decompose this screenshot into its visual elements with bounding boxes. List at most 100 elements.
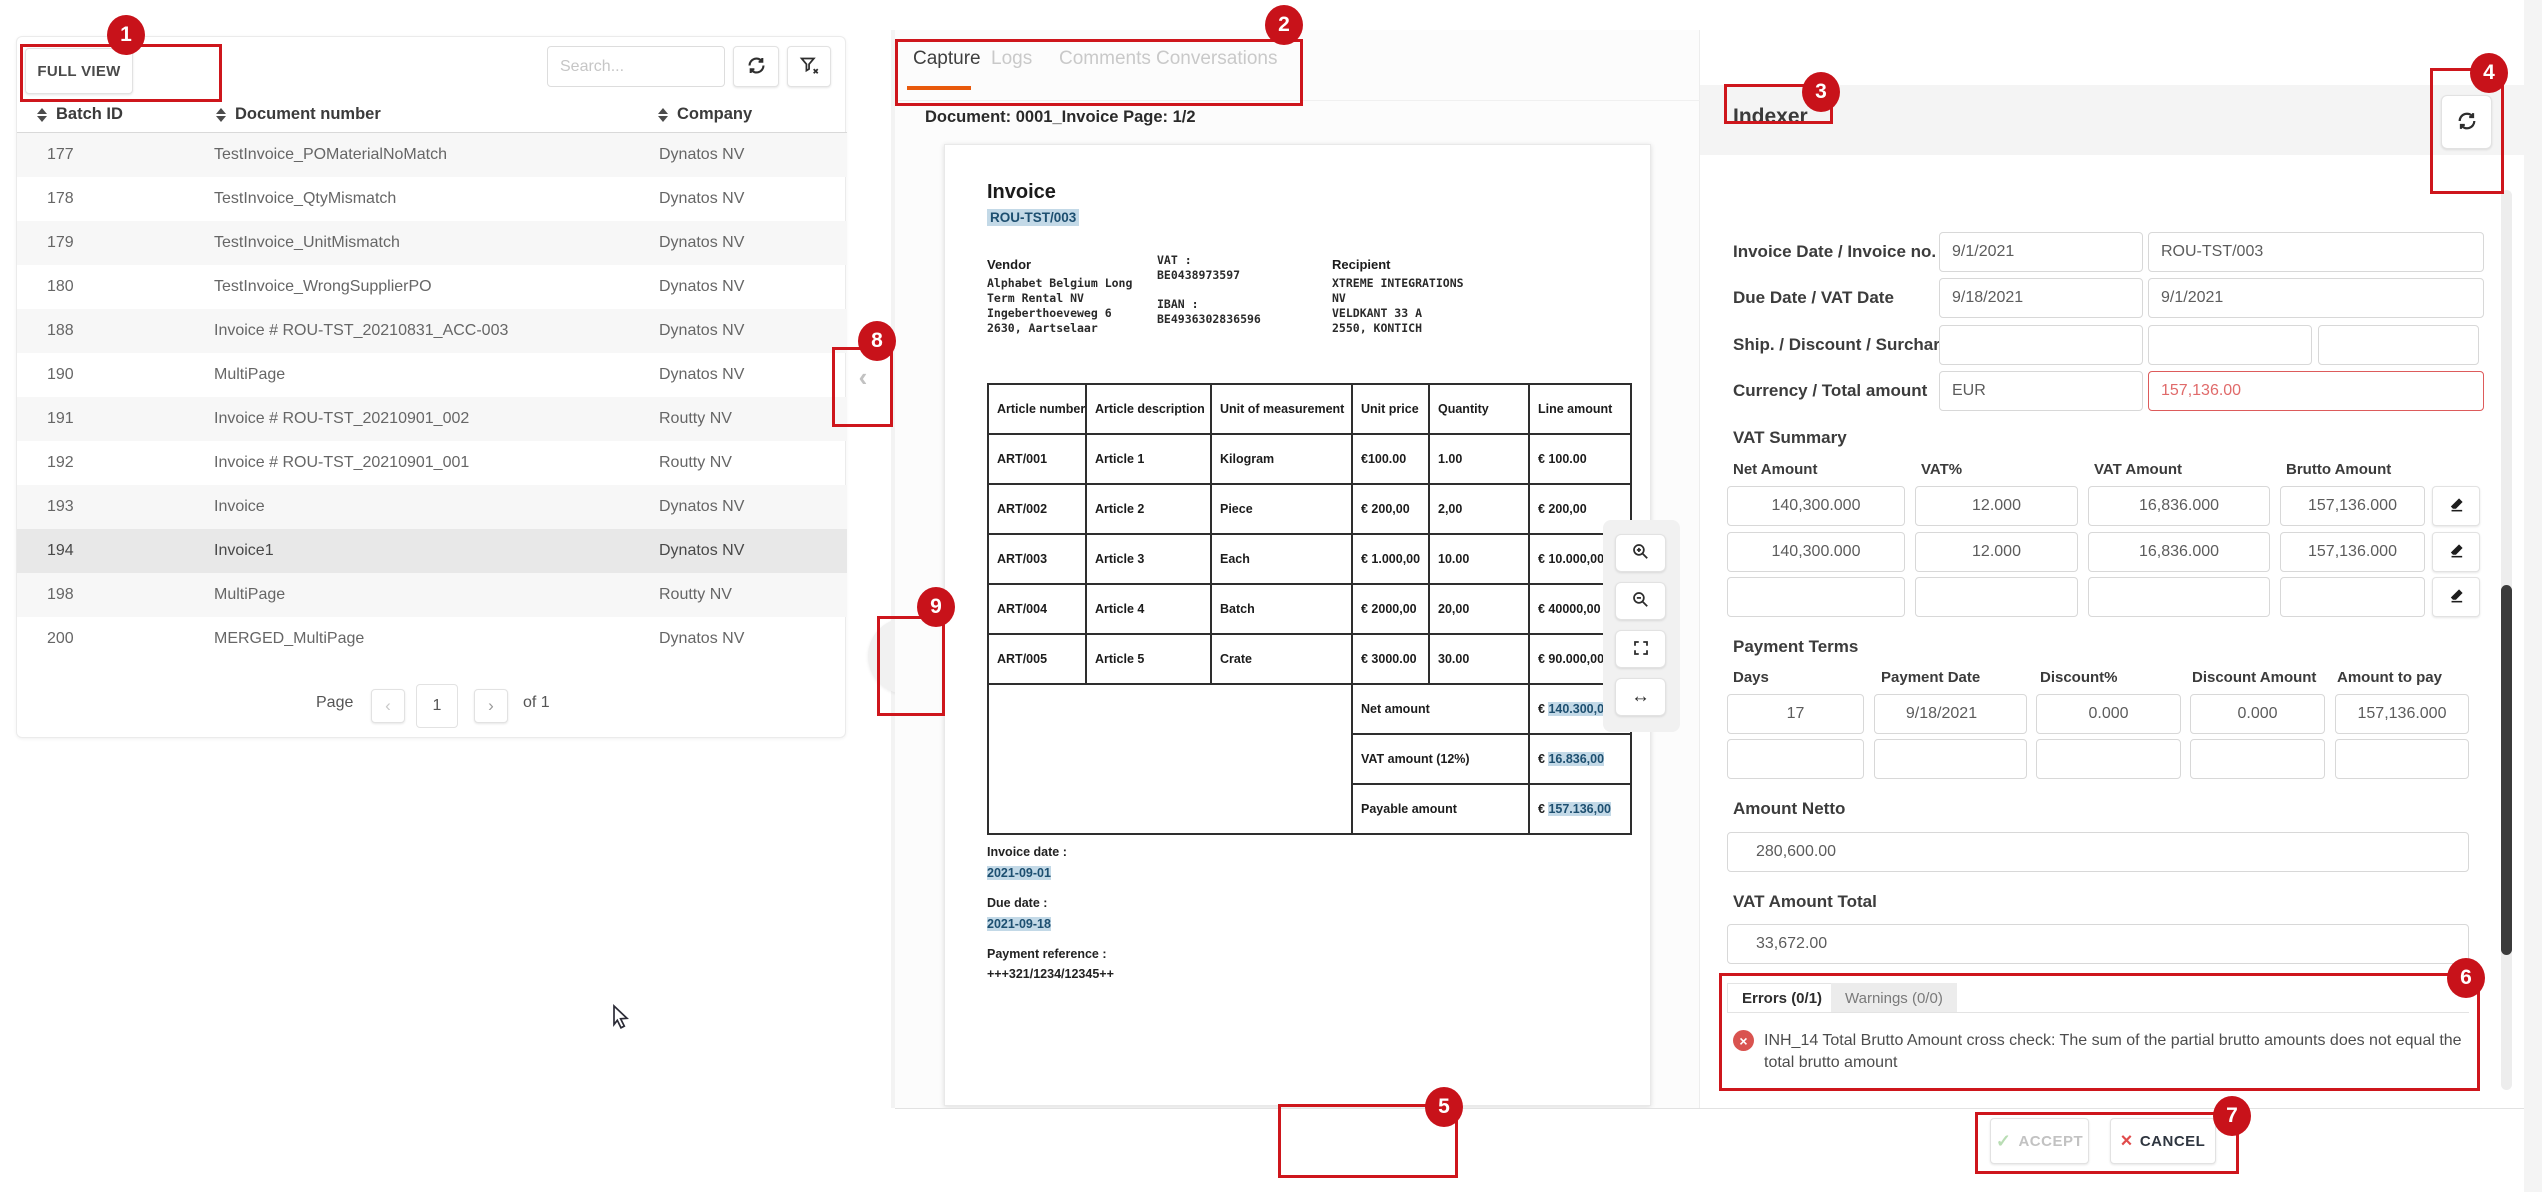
vat-percent-input[interactable] — [1915, 532, 2078, 572]
total-label: Payable amount — [1352, 784, 1529, 834]
cell-document-number: Invoice # ROU-TST_20210901_002 — [214, 397, 469, 441]
cell-company: Dynatos NV — [659, 617, 744, 661]
tab-conversations[interactable]: Conversations — [1156, 48, 1277, 70]
cell-document-number: Invoice1 — [214, 529, 274, 573]
discount-input[interactable] — [2148, 325, 2312, 365]
cell-document-number: TestInvoice_POMaterialNoMatch — [214, 133, 447, 177]
table-row[interactable]: 177TestInvoice_POMaterialNoMatchDynatos … — [17, 133, 847, 177]
cell-batch-id: 178 — [47, 177, 74, 221]
tab-errors-label: Errors (0/1) — [1742, 990, 1822, 1007]
clear-filter-button[interactable] — [787, 46, 831, 87]
vat-date-input[interactable] — [2148, 278, 2484, 318]
cancel-button[interactable]: × CANCEL — [2110, 1118, 2216, 1164]
tab-logs[interactable]: Logs — [991, 48, 1032, 70]
tab-errors[interactable]: Errors (0/1) — [1727, 983, 1837, 1013]
table-row[interactable]: 191Invoice # ROU-TST_20210901_002Routty … — [17, 397, 847, 441]
table-row[interactable]: 198MultiPageRoutty NV — [17, 573, 847, 617]
zoom-out-button[interactable] — [1615, 582, 1666, 620]
cell-company: Dynatos NV — [659, 529, 744, 573]
tab-comments[interactable]: Comments — [1059, 48, 1151, 70]
table-row[interactable]: 188Invoice # ROU-TST_20210831_ACC-003Dyn… — [17, 309, 847, 353]
pt-col-header: Payment Date — [1881, 669, 1980, 686]
cell-batch-id: 190 — [47, 353, 74, 397]
indexer-refresh-button[interactable] — [2441, 95, 2492, 149]
currency-input[interactable] — [1939, 371, 2143, 411]
tab-capture[interactable]: Capture — [913, 48, 981, 70]
column-header-company[interactable]: Company — [658, 97, 752, 132]
next-page-button[interactable]: › — [474, 689, 508, 723]
collapse-left-panel-handle[interactable]: ‹ — [848, 356, 878, 400]
invoice-document-preview[interactable]: Invoice ROU-TST/003 Vendor Alphabet Belg… — [944, 144, 1651, 1106]
zoom-in-button[interactable] — [1615, 534, 1666, 572]
vendor-line: Term Rental NV — [987, 291, 1147, 306]
pt-amount-to-pay-input[interactable] — [2335, 739, 2469, 779]
total-amount-input[interactable] — [2148, 371, 2484, 411]
vat-percent-input[interactable] — [1915, 577, 2078, 617]
clear-vat-row-button[interactable] — [2432, 577, 2480, 617]
fullscreen-button[interactable] — [1615, 630, 1666, 668]
table-row[interactable]: 180TestInvoice_WrongSupplierPODynatos NV — [17, 265, 847, 309]
due-date-input[interactable] — [1939, 278, 2143, 318]
vat-brutto-input[interactable] — [2280, 577, 2425, 617]
accept-button[interactable]: ✓ ACCEPT — [1990, 1118, 2089, 1164]
vat-label: VAT : — [1157, 253, 1261, 268]
clear-vat-row-button[interactable] — [2432, 532, 2480, 572]
search-input[interactable] — [547, 46, 725, 87]
pt-discount-pct-input[interactable] — [2036, 694, 2181, 734]
invoice-line: ART/005Article 5Crate€ 3000.0030.00€ 90.… — [988, 634, 1631, 684]
table-row[interactable]: 179TestInvoice_UnitMismatchDynatos NV — [17, 221, 847, 265]
vat-amount-input[interactable] — [2088, 532, 2270, 572]
field-label-invoice-date-no: Invoice Date / Invoice no. — [1733, 242, 1936, 262]
fit-width-icon: ↔ — [1631, 686, 1650, 708]
refresh-list-button[interactable] — [733, 46, 779, 87]
vat-net-amount-input[interactable] — [1727, 577, 1905, 617]
vat-brutto-input[interactable] — [2280, 532, 2425, 572]
full-view-button[interactable]: FULL VIEW — [25, 48, 133, 94]
shipping-input[interactable] — [1939, 325, 2143, 365]
amount-netto-label: Amount Netto — [1733, 799, 1845, 819]
pt-amount-to-pay-input[interactable] — [2335, 694, 2469, 734]
vat-brutto-input[interactable] — [2280, 486, 2425, 526]
column-header-document-number[interactable]: Document number — [216, 97, 381, 132]
invoice-dates-block: Invoice date : 2021-09-01 Due date : 202… — [987, 845, 1114, 981]
cell-company: Dynatos NV — [659, 177, 744, 221]
invoice-date-input[interactable] — [1939, 232, 2143, 272]
vat-number: BE0438973597 — [1157, 268, 1261, 283]
pt-days-input[interactable] — [1727, 739, 1864, 779]
pt-discount-amount-input[interactable] — [2190, 739, 2325, 779]
vat-iban-block: VAT : BE0438973597 IBAN : BE493630283659… — [1157, 253, 1261, 327]
cell-document-number: Invoice # ROU-TST_20210901_001 — [214, 441, 469, 485]
pt-days-input[interactable] — [1727, 694, 1864, 734]
table-row[interactable]: 193InvoiceDynatos NV — [17, 485, 847, 529]
scrollbar-thumb[interactable] — [2501, 585, 2512, 955]
page-scrollbar-gutter[interactable] — [2524, 0, 2542, 1192]
vat-amount-input[interactable] — [2088, 577, 2270, 617]
document-header: Document: 0001_Invoice Page: 1/2 — [925, 108, 1196, 127]
amount-netto-input[interactable] — [1727, 832, 2469, 872]
clear-vat-row-button[interactable] — [2432, 486, 2480, 526]
tab-warnings[interactable]: Warnings (0/0) — [1831, 983, 1957, 1013]
table-row[interactable]: 190MultiPageDynatos NV — [17, 353, 847, 397]
current-page-box[interactable]: 1 — [416, 684, 458, 728]
vat-amount-input[interactable] — [2088, 486, 2270, 526]
vat-amount-total-input[interactable] — [1727, 924, 2469, 964]
table-row[interactable]: 192Invoice # ROU-TST_20210901_001Routty … — [17, 441, 847, 485]
prev-page-button[interactable]: ‹ — [371, 689, 405, 723]
vat-net-amount-input[interactable] — [1727, 532, 1905, 572]
vat-percent-input[interactable] — [1915, 486, 2078, 526]
cancel-label: CANCEL — [2140, 1133, 2206, 1150]
pt-payment-date-input[interactable] — [1874, 739, 2027, 779]
pt-payment-date-input[interactable] — [1874, 694, 2027, 734]
table-row[interactable]: 178 TestInvoice_QtyMismatch Dynatos NV — [17, 177, 847, 221]
table-row[interactable]: 200MERGED_MultiPageDynatos NV — [17, 617, 847, 661]
column-header-batch-id[interactable]: Batch ID — [37, 97, 123, 132]
invoice-number-input[interactable] — [2148, 232, 2484, 272]
vat-net-amount-input[interactable] — [1727, 486, 1905, 526]
table-row-selected[interactable]: 194Invoice1Dynatos NV — [17, 529, 847, 573]
pt-discount-pct-input[interactable] — [2036, 739, 2181, 779]
fit-width-button[interactable]: ↔ — [1615, 678, 1666, 716]
surcharge-input[interactable] — [2318, 325, 2479, 365]
pt-discount-amount-input[interactable] — [2190, 694, 2325, 734]
cell-document-number: TestInvoice_QtyMismatch — [214, 177, 396, 221]
cell-document-number: MultiPage — [214, 573, 285, 617]
